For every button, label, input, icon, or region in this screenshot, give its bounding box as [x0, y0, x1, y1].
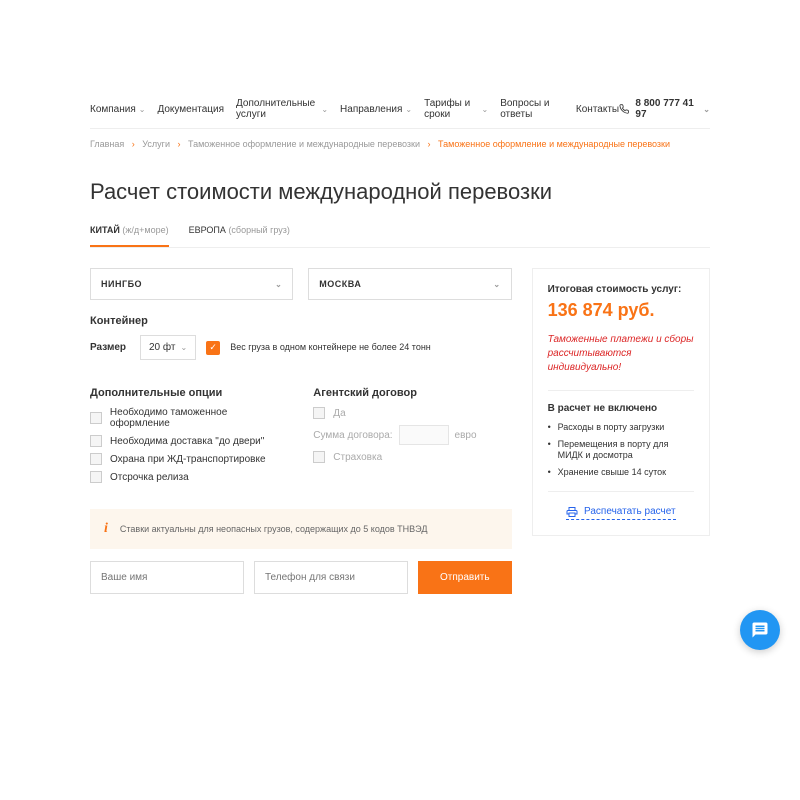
- print-link[interactable]: Распечатать расчет: [566, 506, 676, 520]
- amount-input[interactable]: [399, 425, 449, 445]
- option-label: Охрана при ЖД-транспортировке: [110, 454, 266, 465]
- tab-china[interactable]: КИТАЙ (ж/д+море): [90, 225, 169, 247]
- name-input[interactable]: [90, 561, 244, 594]
- amount-currency: евро: [455, 430, 477, 441]
- options-title: Дополнительные опции: [90, 387, 288, 399]
- info-icon: i: [104, 521, 108, 537]
- customs-note: Таможенные платежи и сборы рассчитываютс…: [548, 333, 694, 375]
- chevron-down-icon: ⌄: [275, 280, 282, 289]
- nav-directions[interactable]: Направления⌄: [340, 98, 412, 120]
- chevron-down-icon: ⌄: [405, 105, 412, 114]
- chevron-down-icon: ⌄: [493, 280, 500, 289]
- excluded-item: Перемещения в порту для МИДК и досмотра: [548, 439, 694, 462]
- option-label: Необходима доставка "до двери": [110, 436, 264, 447]
- print-icon: [566, 506, 578, 518]
- top-navigation: Компания⌄ Документация Дополнительные ус…: [90, 90, 710, 129]
- agent-yes-checkbox[interactable]: [313, 407, 325, 419]
- info-banner: i Ставки актуальны для неопасных грузов,…: [90, 509, 512, 549]
- total-label: Итоговая стоимость услуг:: [548, 284, 694, 295]
- insurance-checkbox[interactable]: [313, 451, 325, 463]
- submit-button[interactable]: Отправить: [418, 561, 512, 594]
- option-customs-checkbox[interactable]: [90, 412, 102, 424]
- option-release-delay-checkbox[interactable]: [90, 471, 102, 483]
- option-door-delivery-checkbox[interactable]: [90, 435, 102, 447]
- nav-documentation[interactable]: Документация: [157, 98, 224, 120]
- option-label: Необходимо таможенное оформление: [110, 407, 288, 429]
- tab-europe[interactable]: ЕВРОПА (сборный груз): [189, 225, 290, 247]
- size-select[interactable]: 20 фт⌄: [140, 335, 196, 360]
- nav-company[interactable]: Компания⌄: [90, 98, 145, 120]
- phone-icon: [619, 103, 629, 115]
- destination-select[interactable]: МОСКВА⌄: [308, 268, 511, 300]
- agent-yes-label: Да: [333, 408, 345, 419]
- chevron-down-icon: ⌄: [321, 105, 328, 114]
- excluded-item: Расходы в порту загрузки: [548, 422, 694, 434]
- chat-icon: [751, 621, 769, 639]
- breadcrumb-item[interactable]: Таможенное оформление и международные пе…: [188, 139, 420, 149]
- weight-note: Вес груза в одном контейнере не более 24…: [230, 342, 431, 354]
- breadcrumb: Главная › Услуги › Таможенное оформление…: [90, 129, 710, 159]
- agent-title: Агентский договор: [313, 387, 511, 399]
- container-section-title: Контейнер: [90, 315, 512, 327]
- option-label: Отсрочка релиза: [110, 472, 189, 483]
- origin-select[interactable]: НИНГБО⌄: [90, 268, 293, 300]
- phone-number[interactable]: 8 800 777 41 97 ⌄: [619, 98, 710, 120]
- option-rail-security-checkbox[interactable]: [90, 453, 102, 465]
- amount-label: Сумма договора:: [313, 430, 392, 441]
- breadcrumb-current: Таможенное оформление и международные пе…: [438, 139, 670, 149]
- weight-checkbox[interactable]: ✓: [206, 341, 220, 355]
- breadcrumb-item[interactable]: Услуги: [142, 139, 170, 149]
- excluded-item: Хранение свыше 14 суток: [548, 467, 694, 479]
- total-value: 136 874 руб.: [548, 300, 694, 321]
- chat-button[interactable]: [740, 610, 780, 650]
- nav-additional-services[interactable]: Дополнительные услуги⌄: [236, 98, 328, 120]
- tabs: КИТАЙ (ж/д+море) ЕВРОПА (сборный груз): [90, 225, 710, 248]
- nav-faq[interactable]: Вопросы и ответы: [500, 98, 564, 120]
- breadcrumb-item[interactable]: Главная: [90, 139, 124, 149]
- excluded-title: В расчет не включено: [548, 403, 694, 414]
- chevron-down-icon: ⌄: [703, 105, 710, 114]
- summary-box: Итоговая стоимость услуг: 136 874 руб. Т…: [532, 268, 710, 536]
- page-title: Расчет стоимости международной перевозки: [90, 179, 710, 205]
- chevron-down-icon: ⌄: [139, 105, 146, 114]
- insurance-label: Страховка: [333, 452, 382, 463]
- nav-contacts[interactable]: Контакты: [576, 98, 619, 120]
- size-label: Размер: [90, 342, 130, 353]
- nav-tariffs[interactable]: Тарифы и сроки⌄: [424, 98, 488, 120]
- info-text: Ставки актуальны для неопасных грузов, с…: [120, 524, 428, 534]
- chevron-down-icon: ⌄: [481, 105, 488, 114]
- phone-input[interactable]: [254, 561, 408, 594]
- chevron-down-icon: ⌄: [181, 343, 188, 352]
- main-nav: Компания⌄ Документация Дополнительные ус…: [90, 98, 619, 120]
